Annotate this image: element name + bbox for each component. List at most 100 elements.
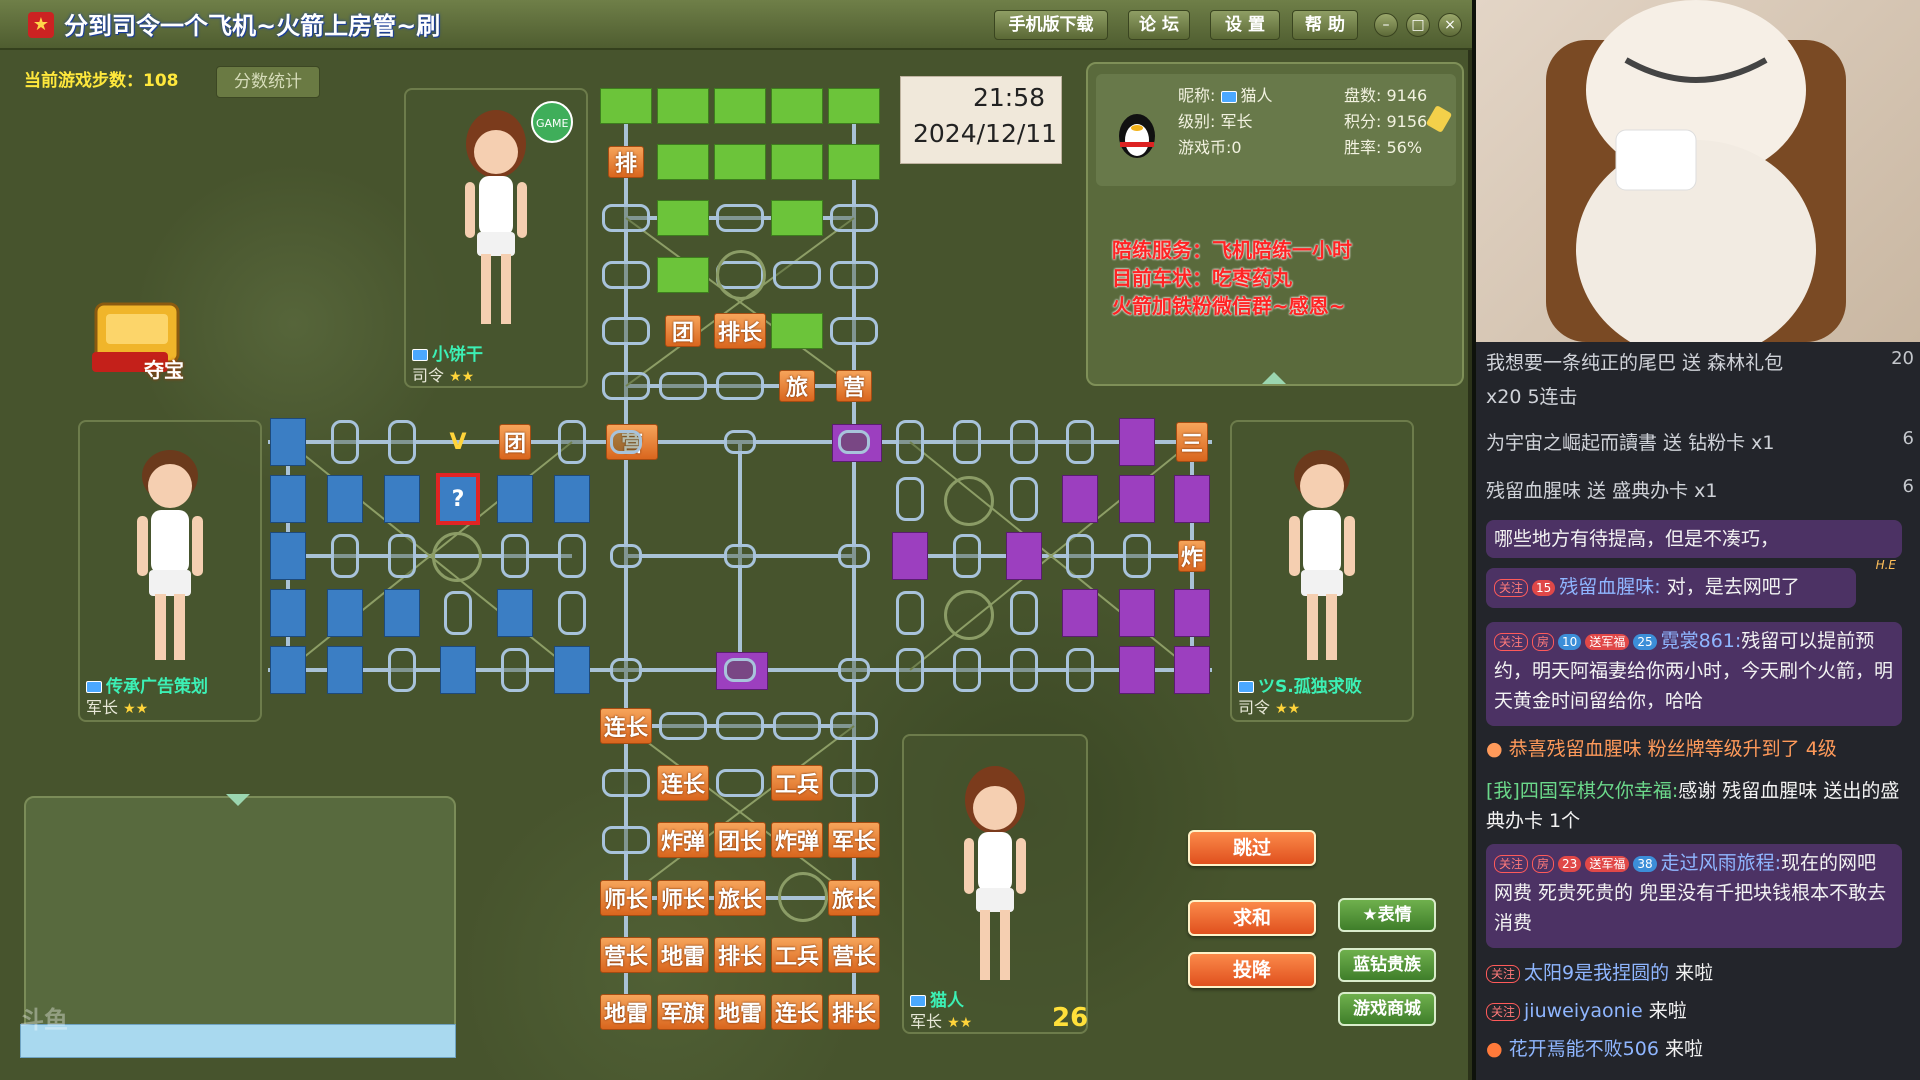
orange-piece[interactable]: 工兵 (771, 937, 823, 973)
board-station[interactable] (838, 658, 870, 682)
board-station[interactable] (331, 534, 359, 578)
green-piece[interactable] (771, 313, 823, 349)
board-station[interactable] (724, 658, 756, 682)
green-piece[interactable] (657, 200, 709, 236)
surrender-button[interactable]: 投降 (1188, 952, 1316, 988)
board-station[interactable] (558, 420, 586, 464)
board-station[interactable] (388, 648, 416, 692)
board-station[interactable] (501, 534, 529, 578)
board-station[interactable] (1123, 534, 1151, 578)
board-station[interactable] (602, 261, 650, 289)
board-station[interactable] (501, 648, 529, 692)
skip-button[interactable]: 跳过 (1188, 830, 1316, 866)
revealed-piece[interactable]: 排 (608, 146, 644, 178)
green-piece[interactable] (828, 88, 880, 124)
revealed-piece[interactable]: 营 (836, 370, 872, 402)
board-station[interactable] (659, 712, 707, 740)
orange-piece[interactable]: 地雷 (714, 994, 766, 1030)
board-station[interactable] (716, 372, 764, 400)
board-station[interactable] (1010, 420, 1038, 464)
board-station[interactable] (716, 712, 764, 740)
board-station[interactable] (830, 204, 878, 232)
board-station[interactable] (838, 430, 870, 454)
revealed-piece[interactable]: 三 (1176, 422, 1208, 462)
blue-piece[interactable] (270, 646, 306, 694)
board-station[interactable] (896, 420, 924, 464)
blue-piece[interactable] (554, 646, 590, 694)
board-station[interactable] (896, 648, 924, 692)
blue-piece[interactable] (384, 589, 420, 637)
board-station[interactable] (602, 372, 650, 400)
orange-piece[interactable]: 排长 (828, 994, 880, 1030)
orange-piece[interactable]: 团长 (714, 822, 766, 858)
board-station[interactable] (444, 591, 472, 635)
revealed-piece[interactable]: 团 (499, 424, 531, 460)
board-station[interactable] (773, 261, 821, 289)
board-station[interactable] (953, 534, 981, 578)
board-station[interactable] (1066, 420, 1094, 464)
board-station[interactable] (724, 430, 756, 454)
expand-arrow-icon[interactable] (226, 794, 250, 806)
board-station[interactable] (602, 204, 650, 232)
purple-piece[interactable] (1062, 589, 1098, 637)
game-chat-input[interactable] (20, 1024, 456, 1058)
board-station[interactable] (773, 712, 821, 740)
blue-piece[interactable] (327, 589, 363, 637)
orange-piece[interactable]: 军旗 (657, 994, 709, 1030)
board-station[interactable] (830, 261, 878, 289)
board-station[interactable] (1066, 534, 1094, 578)
purple-piece[interactable] (1119, 646, 1155, 694)
board-station[interactable] (602, 317, 650, 345)
orange-piece[interactable]: 军长 (828, 822, 880, 858)
game-shop-button[interactable]: 游戏商城 (1338, 992, 1436, 1026)
board-station[interactable] (716, 769, 764, 797)
green-piece[interactable] (828, 144, 880, 180)
blue-piece[interactable] (270, 589, 306, 637)
blue-piece[interactable] (270, 532, 306, 580)
board-camp[interactable] (432, 532, 482, 582)
purple-piece[interactable] (892, 532, 928, 580)
board-station[interactable] (610, 430, 642, 454)
blue-piece[interactable] (270, 418, 306, 466)
board-station[interactable] (830, 769, 878, 797)
orange-piece[interactable]: 连长 (771, 994, 823, 1030)
blue-piece[interactable] (270, 475, 306, 523)
board-station[interactable] (602, 769, 650, 797)
green-piece[interactable] (714, 88, 766, 124)
orange-piece[interactable]: 营长 (828, 937, 880, 973)
board-station[interactable] (1010, 477, 1038, 521)
board-station[interactable] (830, 317, 878, 345)
purple-piece[interactable] (1119, 589, 1155, 637)
board-station[interactable] (388, 534, 416, 578)
orange-piece[interactable]: 连长 (657, 765, 709, 801)
green-piece[interactable] (657, 257, 709, 293)
orange-piece[interactable]: 排长 (714, 937, 766, 973)
board-station[interactable] (610, 544, 642, 568)
green-piece[interactable] (771, 88, 823, 124)
board-camp[interactable] (716, 250, 766, 300)
board-station[interactable] (558, 591, 586, 635)
unknown-piece[interactable]: ? (436, 473, 480, 525)
green-piece[interactable] (771, 200, 823, 236)
orange-piece[interactable]: 炸弹 (771, 822, 823, 858)
board-station[interactable] (388, 420, 416, 464)
board-station[interactable] (953, 648, 981, 692)
purple-piece[interactable] (1174, 475, 1210, 523)
blue-piece[interactable] (327, 646, 363, 694)
board-station[interactable] (724, 544, 756, 568)
blue-piece[interactable] (440, 646, 476, 694)
board-station[interactable] (602, 826, 650, 854)
purple-piece[interactable] (1174, 589, 1210, 637)
purple-piece[interactable] (1119, 475, 1155, 523)
board-station[interactable] (896, 591, 924, 635)
board-station[interactable] (558, 534, 586, 578)
purple-piece[interactable] (1174, 646, 1210, 694)
board-station[interactable] (659, 372, 707, 400)
green-piece[interactable] (657, 88, 709, 124)
board-camp[interactable] (944, 590, 994, 640)
revealed-piece[interactable]: 旅 (779, 370, 815, 402)
purple-piece[interactable] (1062, 475, 1098, 523)
orange-piece[interactable]: 师长 (600, 880, 652, 916)
orange-piece[interactable]: 师长 (657, 880, 709, 916)
board-camp[interactable] (944, 476, 994, 526)
